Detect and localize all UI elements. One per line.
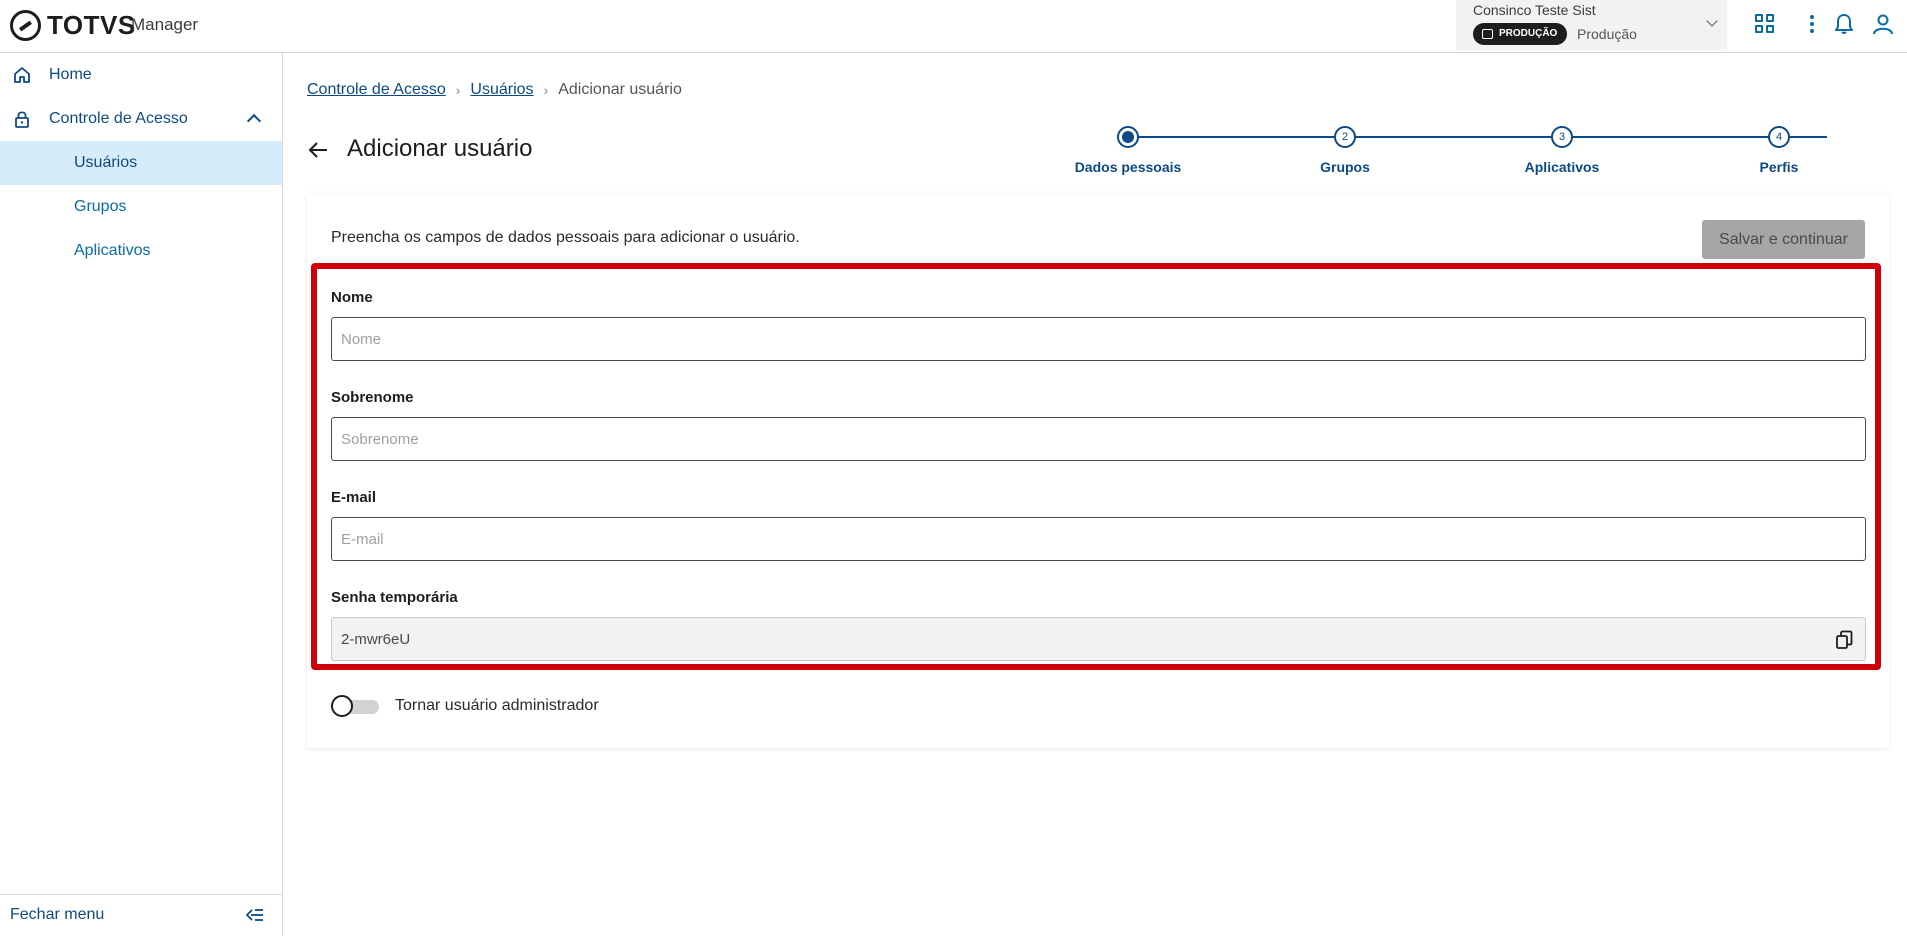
copy-icon[interactable] [1835, 630, 1853, 650]
chevron-right-icon: › [543, 82, 549, 98]
top-header: TOTVS Manager Consinco Teste Sist PRODUÇ… [0, 0, 1907, 53]
step-4-circle[interactable]: 4 [1768, 126, 1790, 148]
sidebar-item-label: Home [49, 66, 92, 83]
package-icon [1482, 29, 1493, 39]
collapse-menu-icon[interactable] [246, 907, 264, 923]
environment-badge-label: PRODUÇÃO [1499, 28, 1558, 39]
nome-label: Nome [331, 289, 373, 306]
arrow-left-icon[interactable] [307, 139, 329, 161]
save-continue-button[interactable]: Salvar e continuar [1702, 220, 1865, 259]
page-title: Adicionar usuário [347, 135, 533, 162]
senha-field[interactable]: 2-mwr6eU [331, 617, 1866, 661]
sidebar-footer[interactable]: Fechar menu [0, 894, 282, 936]
email-input[interactable] [331, 517, 1866, 561]
chevron-right-icon: › [455, 82, 461, 98]
step-2-circle[interactable]: 2 [1334, 126, 1356, 148]
breadcrumb-controle-de-acesso[interactable]: Controle de Acesso [307, 81, 446, 99]
sobrenome-input[interactable] [331, 417, 1866, 461]
senha-label: Senha temporária [331, 589, 458, 606]
sidebar-item-label: Grupos [74, 198, 127, 215]
stepper-line [1129, 136, 1827, 138]
step-3-circle[interactable]: 3 [1551, 126, 1573, 148]
home-icon [14, 67, 30, 83]
environment-badge: PRODUÇÃO [1473, 23, 1568, 45]
apps-grid-icon[interactable] [1753, 12, 1777, 36]
breadcrumb-current: Adicionar usuário [558, 81, 682, 98]
sidebar-item-label: Controle de Acesso [49, 110, 188, 127]
sidebar-item-controle-de-acesso[interactable]: Controle de Acesso [0, 97, 282, 141]
step-1-circle[interactable] [1117, 126, 1139, 148]
sidebar-item-aplicativos[interactable]: Aplicativos [0, 229, 282, 273]
breadcrumb-usuarios[interactable]: Usuários [470, 81, 533, 99]
step-1-label: Dados pessoais [1074, 159, 1182, 175]
more-vertical-icon[interactable] [1800, 12, 1824, 36]
environment-selector[interactable]: Consinco Teste Sist PRODUÇÃO Produção [1456, 0, 1727, 50]
close-menu-label[interactable]: Fechar menu [10, 906, 104, 924]
sobrenome-label: Sobrenome [331, 389, 414, 406]
sidebar-item-label: Usuários [74, 154, 138, 171]
bell-icon[interactable] [1832, 12, 1856, 36]
environment-value: Produção [1577, 26, 1637, 42]
step-2-label: Grupos [1320, 159, 1370, 175]
logo-text: TOTVS [47, 10, 136, 40]
toggle-knob [331, 695, 353, 717]
logo-icon [10, 10, 41, 41]
admin-toggle-label: Tornar usuário administrador [395, 697, 599, 714]
form-intro: Preencha os campos de dados pessoais par… [331, 229, 800, 246]
step-3-label: Aplicativos [1524, 159, 1600, 175]
sidebar-item-grupos[interactable]: Grupos [0, 185, 282, 229]
sidebar-item-home[interactable]: Home [0, 53, 282, 97]
environment-company: Consinco Teste Sist [1473, 2, 1596, 18]
senha-value: 2-mwr6eU [341, 630, 411, 648]
chevron-up-icon [246, 113, 262, 129]
email-label: E-mail [331, 489, 377, 506]
sidebar-item-label: Aplicativos [74, 242, 151, 259]
user-icon[interactable] [1871, 12, 1895, 36]
admin-toggle[interactable] [331, 695, 379, 717]
breadcrumb: Controle de Acesso › Usuários › Adiciona… [307, 81, 682, 99]
lock-icon [15, 111, 29, 128]
step-4-label: Perfis [1759, 159, 1799, 175]
totvs-logo[interactable]: TOTVS [10, 10, 136, 41]
form-card: Preencha os campos de dados pessoais par… [307, 193, 1889, 748]
sidebar: Home Controle de Acesso Usuários Grupos … [0, 53, 283, 936]
chevron-down-icon [1706, 15, 1718, 27]
sidebar-item-usuarios[interactable]: Usuários [0, 141, 282, 185]
nome-input[interactable] [331, 317, 1866, 361]
stepper: Dados pessoais 2 Grupos 3 Aplicativos 4 … [1070, 126, 1870, 186]
app-name: Manager [131, 15, 199, 34]
